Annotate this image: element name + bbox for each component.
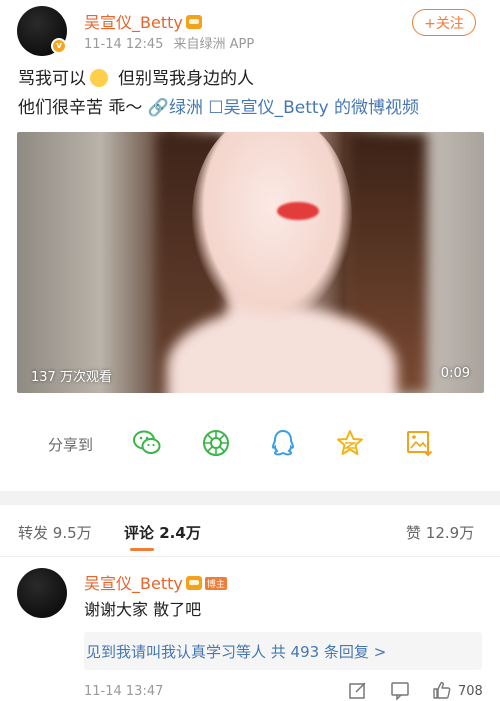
comment-author-name[interactable]: 吴宣仪_Betty 博主 <box>84 570 227 594</box>
tab-like-label: 赞 <box>406 524 422 542</box>
host-badge: 博主 <box>204 577 227 590</box>
post-author-name[interactable]: 吴宣仪_Betty <box>84 9 202 33</box>
comment-time: 11-14 13:47 <box>84 684 164 699</box>
comment-author-name-text[interactable]: 吴宣仪_Betty <box>84 574 183 593</box>
tab-like[interactable]: 赞 12.9万 <box>406 522 474 543</box>
post-source: 来自绿洲 APP <box>173 37 255 52</box>
tab-like-count: 12.9万 <box>425 524 475 542</box>
post-text-part-b: 但别骂我身边的人 <box>118 69 254 89</box>
wechat-icon[interactable] <box>132 428 162 458</box>
post-text-line-1: 骂我可以 但别骂我身边的人 <box>18 64 254 89</box>
post-time: 11-14 12:45 <box>84 37 164 52</box>
tab-repost-count: 9.5万 <box>52 524 92 542</box>
reply-summary-link[interactable]: 见到我请叫我认真学习等人 共 493 条回复 > <box>84 632 482 670</box>
like-icon[interactable] <box>432 680 452 700</box>
section-gap <box>0 491 500 505</box>
ok-hand-emoji-icon <box>90 69 108 87</box>
post-text-line-2: 他们很辛苦 乖～ 🔗绿洲 ☐吴宣仪_Betty 的微博视频 <box>18 93 419 118</box>
moments-icon[interactable] <box>201 428 231 458</box>
follow-button[interactable]: +关注 <box>412 9 476 36</box>
weibo-video-link[interactable]: ☐吴宣仪_Betty 的微博视频 <box>208 98 419 118</box>
tab-comment[interactable]: 评论 2.4万 <box>124 522 201 543</box>
comment-like-count: 708 <box>458 684 483 699</box>
edit-icon[interactable] <box>348 680 368 700</box>
post-meta: 11-14 12:45 来自绿洲 APP <box>84 33 254 52</box>
post-text-part-a: 骂我可以 <box>18 69 86 89</box>
vip-crown-icon <box>185 576 202 590</box>
video-duration: 0:09 <box>440 366 470 381</box>
video-view-count: 137 万次观看 <box>31 370 112 385</box>
active-tab-indicator <box>130 548 154 551</box>
post-author-name-text[interactable]: 吴宣仪_Betty <box>84 13 183 32</box>
post-text-part-c: 他们很辛苦 乖～ <box>18 98 143 118</box>
comment-author-avatar[interactable] <box>17 568 67 618</box>
video-frame-lips <box>277 202 319 220</box>
reply-icon[interactable] <box>390 680 410 700</box>
comment-text: 谢谢大家 散了吧 <box>84 600 202 619</box>
tab-comment-label: 评论 <box>124 524 155 542</box>
verified-badge-icon: v <box>51 38 67 54</box>
divider <box>0 556 500 557</box>
tab-repost-label: 转发 <box>18 524 49 542</box>
share-label: 分享到 <box>48 436 94 454</box>
reply-summary-text[interactable]: 见到我请叫我认真学习等人 共 493 条回复 > <box>86 641 386 662</box>
qq-icon[interactable] <box>268 428 298 458</box>
qzone-icon[interactable] <box>335 428 365 458</box>
vip-crown-icon <box>185 15 202 29</box>
tab-repost[interactable]: 转发 9.5万 <box>18 522 92 543</box>
tab-comment-count: 2.4万 <box>159 524 201 542</box>
video-player[interactable]: 137 万次观看 0:09 <box>17 132 484 393</box>
oasis-link[interactable]: 🔗绿洲 <box>148 98 203 118</box>
album-icon[interactable] <box>404 428 434 458</box>
